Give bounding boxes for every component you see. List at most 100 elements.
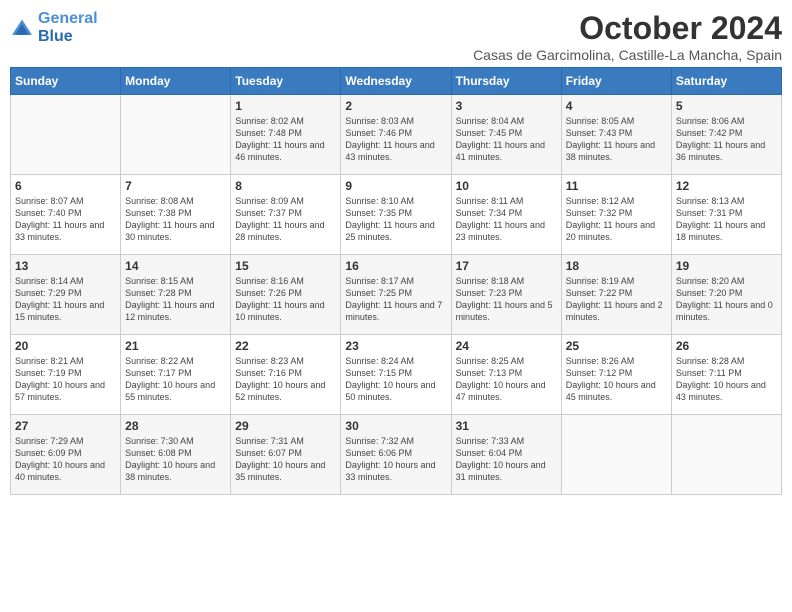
calendar-cell: 23 Sunrise: 8:24 AM Sunset: 7:15 PM Dayli…	[341, 335, 451, 415]
calendar-cell: 15Sunrise: 8:16 AM Sunset: 7:26 PM Dayli…	[231, 255, 341, 335]
day-number: 6	[15, 179, 116, 193]
weekday-header-sunday: Sunday	[11, 68, 121, 95]
calendar-cell: 7 Sunrise: 8:08 AM Sunset: 7:38 PM Daylig…	[121, 175, 231, 255]
calendar-cell: 29 Sunrise: 7:31 AM Sunset: 6:07 PM Dayli…	[231, 415, 341, 495]
day-number: 30	[345, 419, 446, 433]
calendar-cell: 12Sunrise: 8:13 AM Sunset: 7:31 PM Dayli…	[671, 175, 781, 255]
weekday-header-thursday: Thursday	[451, 68, 561, 95]
calendar-cell: 24 Sunrise: 8:25 AM Sunset: 7:13 PM Dayli…	[451, 335, 561, 415]
calendar-cell	[11, 95, 121, 175]
calendar-table: SundayMondayTuesdayWednesdayThursdayFrid…	[10, 67, 782, 495]
calendar-cell: 26 Sunrise: 8:28 AM Sunset: 7:11 PM Dayli…	[671, 335, 781, 415]
day-number: 17	[456, 259, 557, 273]
calendar-cell: 31 Sunrise: 7:33 AM Sunset: 6:04 PM Dayli…	[451, 415, 561, 495]
weekday-header-monday: Monday	[121, 68, 231, 95]
day-info: Sunrise: 8:23 AM Sunset: 7:16 PM Dayligh…	[235, 355, 336, 404]
day-info: Sunrise: 8:15 AM Sunset: 7:28 PM Dayligh…	[125, 275, 226, 324]
day-number: 1	[235, 99, 336, 113]
day-info: Sunrise: 8:04 AM Sunset: 7:45 PM Dayligh…	[456, 115, 557, 164]
calendar-cell: 21 Sunrise: 8:22 AM Sunset: 7:17 PM Dayli…	[121, 335, 231, 415]
location-subtitle: Casas de Garcimolina, Castille-La Mancha…	[473, 47, 782, 63]
day-number: 31	[456, 419, 557, 433]
day-number: 21	[125, 339, 226, 353]
day-number: 24	[456, 339, 557, 353]
day-number: 29	[235, 419, 336, 433]
calendar-cell: 25Sunrise: 8:26 AM Sunset: 7:12 PM Dayli…	[561, 335, 671, 415]
calendar-cell: 6 Sunrise: 8:07 AM Sunset: 7:40 PM Daylig…	[11, 175, 121, 255]
calendar-cell: 3 Sunrise: 8:04 AM Sunset: 7:45 PM Daylig…	[451, 95, 561, 175]
day-number: 27	[15, 419, 116, 433]
day-number: 13	[15, 259, 116, 273]
day-number: 28	[125, 419, 226, 433]
day-info: Sunrise: 8:07 AM Sunset: 7:40 PM Dayligh…	[15, 195, 116, 244]
day-number: 3	[456, 99, 557, 113]
day-info: Sunrise: 8:03 AM Sunset: 7:46 PM Dayligh…	[345, 115, 446, 164]
logo-icon	[10, 18, 34, 38]
calendar-week-1: 1 Sunrise: 8:02 AM Sunset: 7:48 PM Daylig…	[11, 95, 782, 175]
calendar-cell: 2 Sunrise: 8:03 AM Sunset: 7:46 PM Daylig…	[341, 95, 451, 175]
day-info: Sunrise: 8:28 AM Sunset: 7:11 PM Dayligh…	[676, 355, 777, 404]
day-number: 10	[456, 179, 557, 193]
day-number: 15	[235, 259, 336, 273]
calendar-cell: 22 Sunrise: 8:23 AM Sunset: 7:16 PM Dayli…	[231, 335, 341, 415]
day-info: Sunrise: 8:19 AM Sunset: 7:22 PM Dayligh…	[566, 275, 667, 324]
day-number: 16	[345, 259, 446, 273]
day-number: 22	[235, 339, 336, 353]
weekday-header-tuesday: Tuesday	[231, 68, 341, 95]
day-info: Sunrise: 8:05 AM Sunset: 7:43 PM Dayligh…	[566, 115, 667, 164]
calendar-cell: 11Sunrise: 8:12 AM Sunset: 7:32 PM Dayli…	[561, 175, 671, 255]
calendar-cell: 4 Sunrise: 8:05 AM Sunset: 7:43 PM Daylig…	[561, 95, 671, 175]
day-info: Sunrise: 8:10 AM Sunset: 7:35 PM Dayligh…	[345, 195, 446, 244]
day-number: 25	[566, 339, 667, 353]
day-number: 23	[345, 339, 446, 353]
weekday-header-wednesday: Wednesday	[341, 68, 451, 95]
day-number: 2	[345, 99, 446, 113]
day-info: Sunrise: 8:12 AM Sunset: 7:32 PM Dayligh…	[566, 195, 667, 244]
calendar-cell: 10Sunrise: 8:11 AM Sunset: 7:34 PM Dayli…	[451, 175, 561, 255]
calendar-cell	[671, 415, 781, 495]
day-number: 7	[125, 179, 226, 193]
calendar-cell: 27 Sunrise: 7:29 AM Sunset: 6:09 PM Dayli…	[11, 415, 121, 495]
calendar-cell: 8 Sunrise: 8:09 AM Sunset: 7:37 PM Daylig…	[231, 175, 341, 255]
calendar-week-2: 6 Sunrise: 8:07 AM Sunset: 7:40 PM Daylig…	[11, 175, 782, 255]
day-number: 14	[125, 259, 226, 273]
day-number: 19	[676, 259, 777, 273]
day-number: 20	[15, 339, 116, 353]
day-info: Sunrise: 8:24 AM Sunset: 7:15 PM Dayligh…	[345, 355, 446, 404]
logo-text: General Blue	[38, 10, 98, 45]
calendar-cell: 9 Sunrise: 8:10 AM Sunset: 7:35 PM Daylig…	[341, 175, 451, 255]
day-info: Sunrise: 8:20 AM Sunset: 7:20 PM Dayligh…	[676, 275, 777, 324]
day-number: 26	[676, 339, 777, 353]
calendar-cell: 13Sunrise: 8:14 AM Sunset: 7:29 PM Dayli…	[11, 255, 121, 335]
day-info: Sunrise: 8:02 AM Sunset: 7:48 PM Dayligh…	[235, 115, 336, 164]
day-number: 5	[676, 99, 777, 113]
weekday-header-row: SundayMondayTuesdayWednesdayThursdayFrid…	[11, 68, 782, 95]
day-info: Sunrise: 8:06 AM Sunset: 7:42 PM Dayligh…	[676, 115, 777, 164]
day-number: 9	[345, 179, 446, 193]
day-number: 8	[235, 179, 336, 193]
calendar-week-3: 13Sunrise: 8:14 AM Sunset: 7:29 PM Dayli…	[11, 255, 782, 335]
calendar-week-5: 27 Sunrise: 7:29 AM Sunset: 6:09 PM Dayli…	[11, 415, 782, 495]
day-info: Sunrise: 8:25 AM Sunset: 7:13 PM Dayligh…	[456, 355, 557, 404]
day-info: Sunrise: 7:31 AM Sunset: 6:07 PM Dayligh…	[235, 435, 336, 484]
day-info: Sunrise: 7:32 AM Sunset: 6:06 PM Dayligh…	[345, 435, 446, 484]
day-info: Sunrise: 7:33 AM Sunset: 6:04 PM Dayligh…	[456, 435, 557, 484]
day-info: Sunrise: 8:18 AM Sunset: 7:23 PM Dayligh…	[456, 275, 557, 324]
day-number: 12	[676, 179, 777, 193]
day-number: 4	[566, 99, 667, 113]
day-info: Sunrise: 7:29 AM Sunset: 6:09 PM Dayligh…	[15, 435, 116, 484]
calendar-cell: 16Sunrise: 8:17 AM Sunset: 7:25 PM Dayli…	[341, 255, 451, 335]
month-title: October 2024	[473, 10, 782, 47]
day-info: Sunrise: 8:08 AM Sunset: 7:38 PM Dayligh…	[125, 195, 226, 244]
day-info: Sunrise: 8:09 AM Sunset: 7:37 PM Dayligh…	[235, 195, 336, 244]
calendar-week-4: 20Sunrise: 8:21 AM Sunset: 7:19 PM Dayli…	[11, 335, 782, 415]
calendar-cell	[121, 95, 231, 175]
calendar-cell: 1 Sunrise: 8:02 AM Sunset: 7:48 PM Daylig…	[231, 95, 341, 175]
day-info: Sunrise: 8:22 AM Sunset: 7:17 PM Dayligh…	[125, 355, 226, 404]
title-block: October 2024 Casas de Garcimolina, Casti…	[473, 10, 782, 63]
calendar-cell: 17 Sunrise: 8:18 AM Sunset: 7:23 PM Dayli…	[451, 255, 561, 335]
day-info: Sunrise: 7:30 AM Sunset: 6:08 PM Dayligh…	[125, 435, 226, 484]
logo: General Blue	[10, 10, 98, 45]
calendar-cell: 18Sunrise: 8:19 AM Sunset: 7:22 PM Dayli…	[561, 255, 671, 335]
calendar-cell: 30 Sunrise: 7:32 AM Sunset: 6:06 PM Dayli…	[341, 415, 451, 495]
